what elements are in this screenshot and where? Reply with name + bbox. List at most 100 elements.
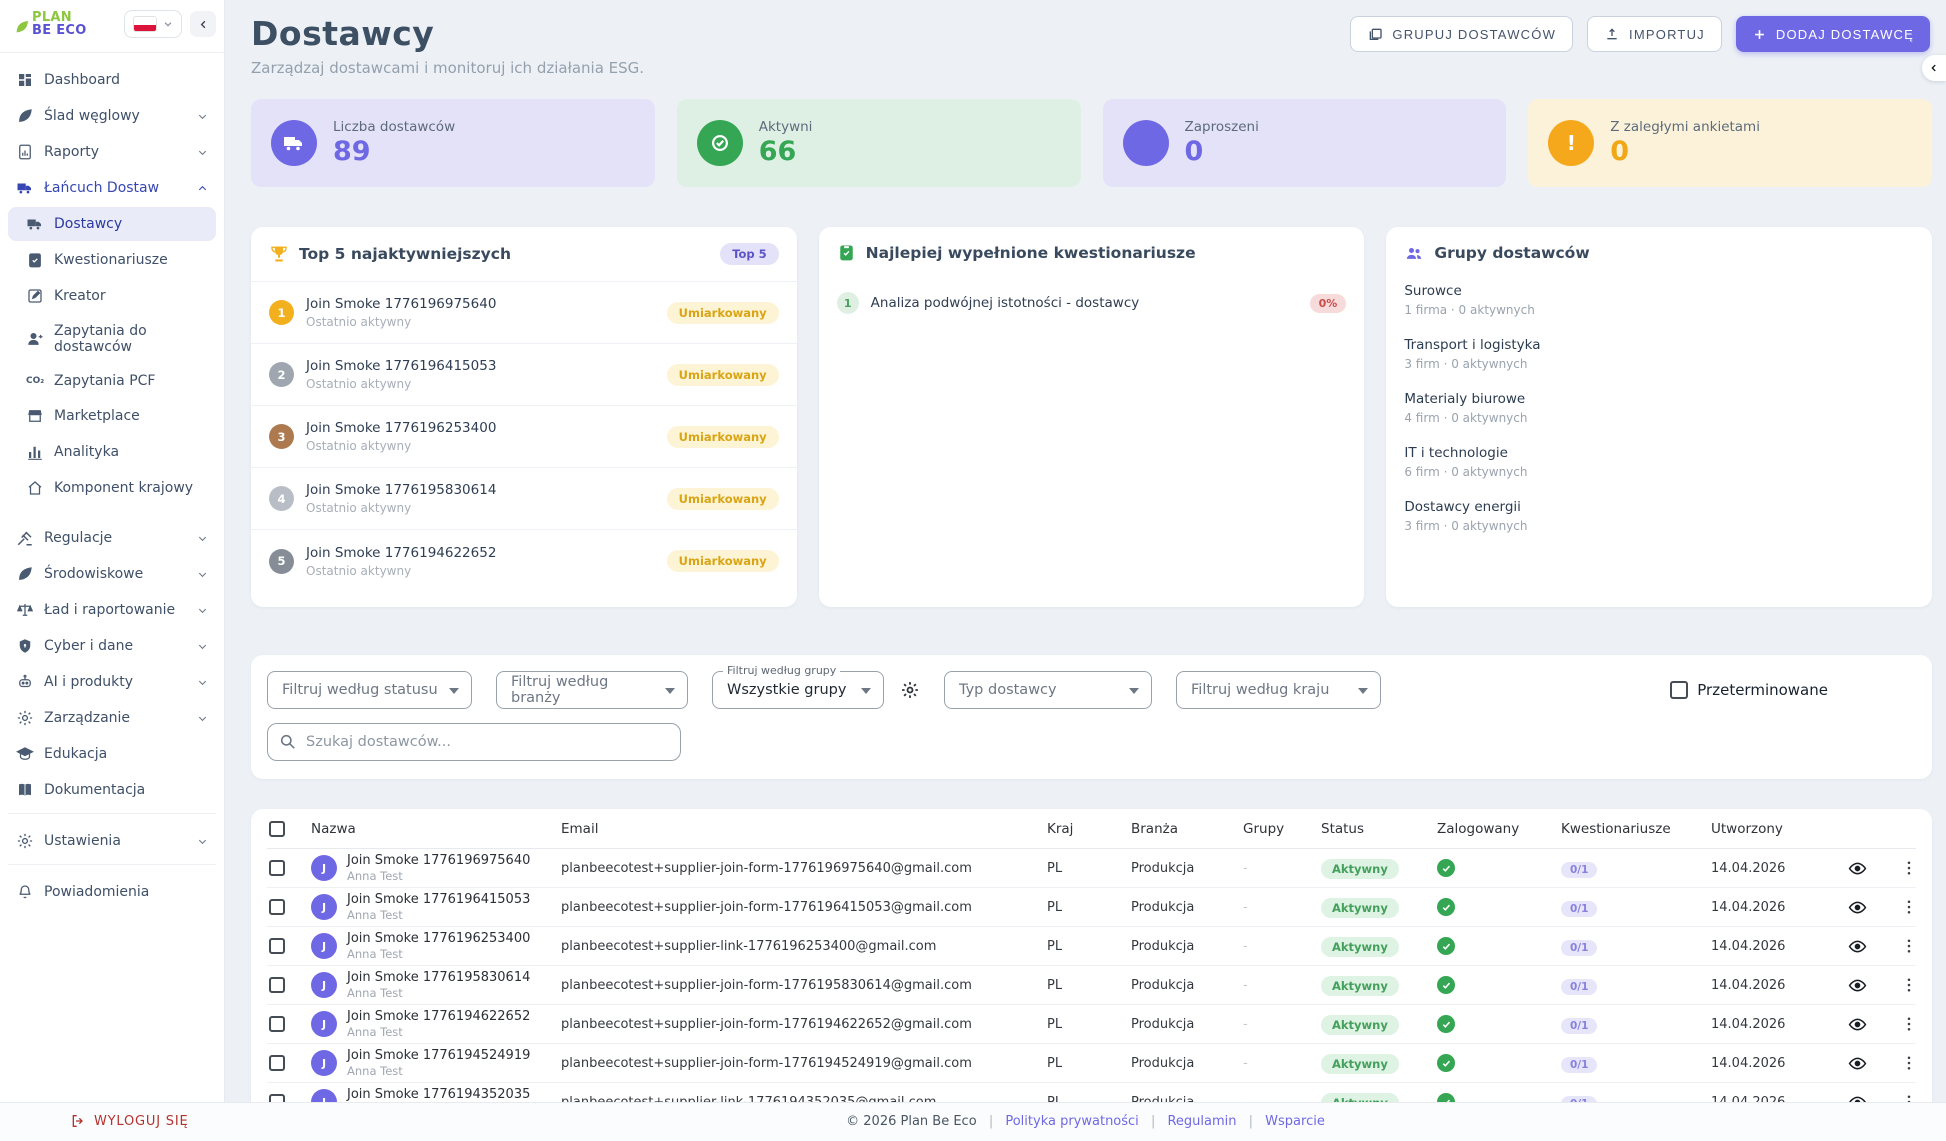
graduation-cap-icon (16, 745, 34, 763)
eye-icon (1848, 1054, 1867, 1073)
column-header-grupy: Grupy (1243, 821, 1321, 837)
overdue-label: Przeterminowane (1697, 681, 1828, 699)
avatar: J (311, 972, 337, 998)
view-supplier-button[interactable] (1843, 854, 1871, 882)
sidebar-item-dostawcy[interactable]: Dostawcy (8, 207, 216, 241)
row-menu-button[interactable] (1895, 1010, 1923, 1038)
supplier-name: Join Smoke 1776194622652 (306, 545, 496, 561)
table-row: JJoin Smoke 1776194622652Anna Test planb… (267, 1005, 1916, 1044)
sidebar-item-zapytania-do-dostawcow[interactable]: Zapytania do dostawców (8, 315, 216, 363)
row-menu-button[interactable] (1895, 932, 1923, 960)
questionnaire-count-badge: 0/1 (1561, 940, 1597, 956)
sidebar-item-regulacje[interactable]: Regulacje (8, 521, 216, 555)
row-menu-button[interactable] (1895, 971, 1923, 999)
row-checkbox[interactable] (269, 977, 285, 993)
select-all-checkbox[interactable] (269, 821, 285, 837)
sidebar-item-label: Środowiskowe (44, 566, 143, 582)
view-supplier-button[interactable] (1843, 1010, 1871, 1038)
sidebar-item-marketplace[interactable]: Marketplace (8, 399, 216, 433)
terms-link[interactable]: Regulamin (1167, 1114, 1236, 1129)
sidebar-item-label: Edukacja (44, 746, 107, 762)
activity-level-badge: Umiarkowany (667, 550, 779, 572)
sidebar-item-powiadomienia[interactable]: Powiadomienia (8, 875, 216, 909)
column-header-branza: Branża (1131, 821, 1243, 837)
privacy-policy-link[interactable]: Polityka prywatności (1005, 1114, 1138, 1129)
country-filter-select[interactable]: Filtruj według kraju (1176, 671, 1381, 709)
sidebar-collapse-button[interactable] (190, 11, 216, 37)
row-checkbox[interactable] (269, 1016, 285, 1032)
created-date: 14.04.2026 (1711, 1017, 1843, 1032)
supplier-type-filter-select[interactable]: Typ dostawcy (944, 671, 1152, 709)
kebab-menu-icon (1900, 1054, 1918, 1072)
group-filter-select[interactable]: Filtruj według grupy Wszystkie grupy (712, 671, 884, 709)
sidebar-item-lad-i-raportowanie[interactable]: Ład i raportowanie (8, 593, 216, 627)
avatar: J (311, 894, 337, 920)
sidebar-item-zarzadzanie[interactable]: Zarządzanie (8, 701, 216, 735)
row-menu-button[interactable] (1895, 893, 1923, 921)
sidebar-item-ustawienia[interactable]: Ustawienia (8, 824, 216, 858)
poland-flag-icon (133, 16, 157, 32)
supplier-industry: Produkcja (1131, 978, 1243, 993)
sidebar-item-dokumentacja[interactable]: Dokumentacja (8, 773, 216, 807)
book-icon (16, 781, 34, 799)
sidebar-item-zapytania-pcf[interactable]: CO₂ Zapytania PCF (8, 365, 216, 397)
sidebar-item-raporty[interactable]: Raporty (8, 135, 216, 169)
sidebar-item-analityka[interactable]: Analityka (8, 435, 216, 469)
view-supplier-button[interactable] (1843, 932, 1871, 960)
sidebar-item-srodowiskowe[interactable]: Środowiskowe (8, 557, 216, 591)
row-checkbox[interactable] (269, 860, 285, 876)
row-checkbox[interactable] (269, 938, 285, 954)
view-supplier-button[interactable] (1843, 893, 1871, 921)
sidebar-item-slad-weglowy[interactable]: Ślad węglowy (8, 99, 216, 133)
sidebar-item-dashboard[interactable]: Dashboard (8, 63, 216, 97)
sidebar-item-label: Raporty (44, 144, 99, 160)
group-suppliers-button[interactable]: GRUPUJ DOSTAWCÓW (1350, 16, 1573, 52)
overdue-checkbox[interactable]: Przeterminowane (1670, 681, 1916, 699)
created-date: 14.04.2026 (1711, 978, 1843, 993)
import-button[interactable]: IMPORTUJ (1587, 16, 1722, 52)
search-suppliers-input[interactable] (267, 723, 681, 761)
trophy-icon (269, 244, 289, 264)
group-stats: 4 firm · 0 aktywnych (1404, 411, 1914, 425)
top5-title: Top 5 najaktywniejszych (299, 245, 511, 263)
supplier-contact: Anna Test (347, 1064, 530, 1078)
sidebar-item-edukacja[interactable]: Edukacja (8, 737, 216, 771)
row-menu-button[interactable] (1895, 854, 1923, 882)
supplier-industry: Produkcja (1131, 939, 1243, 954)
row-checkbox[interactable] (269, 1055, 285, 1071)
view-supplier-button[interactable] (1843, 971, 1871, 999)
stat-label: Z zaległymi ankietami (1610, 119, 1760, 135)
sidebar-item-ai-i-produkty[interactable]: AI i produkty (8, 665, 216, 699)
status-filter-select[interactable]: Filtruj według statusu (267, 671, 472, 709)
view-supplier-button[interactable] (1843, 1049, 1871, 1077)
kebab-menu-icon (1900, 898, 1918, 916)
chevron-down-icon (861, 688, 871, 694)
row-checkbox[interactable] (269, 899, 285, 915)
panel-collapse-tab[interactable] (1922, 55, 1946, 81)
questionnaire-list-item: 1 Analiza podwójnej istotności - dostawc… (819, 278, 1365, 328)
add-supplier-button[interactable]: DODAJ DOSTAWCĘ (1736, 16, 1930, 52)
sidebar-item-komponent-krajowy[interactable]: Komponent krajowy (8, 471, 216, 505)
truck-icon (26, 215, 44, 233)
group-stats: 3 firm · 0 aktywnych (1404, 357, 1914, 371)
chevron-down-icon (197, 111, 208, 122)
supplier-industry: Produkcja (1131, 861, 1243, 876)
language-selector[interactable] (124, 10, 182, 38)
logout-button[interactable]: WYLOGUJ SIĘ (70, 1113, 188, 1129)
circle-icon (1123, 120, 1169, 166)
chevron-down-icon (197, 147, 208, 158)
row-menu-button[interactable] (1895, 1049, 1923, 1077)
sidebar-item-kwestionariusze[interactable]: Kwestionariusze (8, 243, 216, 277)
group-settings-gear-icon[interactable] (900, 680, 920, 700)
sidebar-item-lancuch-dostaw[interactable]: Łańcuch Dostaw (8, 171, 216, 205)
sidebar-item-cyber-i-dane[interactable]: Cyber i dane (8, 629, 216, 663)
support-link[interactable]: Wsparcie (1265, 1114, 1325, 1129)
industry-filter-select[interactable]: Filtruj według branży (496, 671, 688, 709)
chevron-up-icon (197, 183, 208, 194)
group-filter-value: Wszystkie grupy (727, 682, 846, 698)
sidebar-item-kreator[interactable]: Kreator (8, 279, 216, 313)
avatar: J (311, 1050, 337, 1076)
supplier-activity: Ostatnio aktywny (306, 439, 496, 453)
chevron-down-icon (197, 713, 208, 724)
activity-level-badge: Umiarkowany (667, 426, 779, 448)
